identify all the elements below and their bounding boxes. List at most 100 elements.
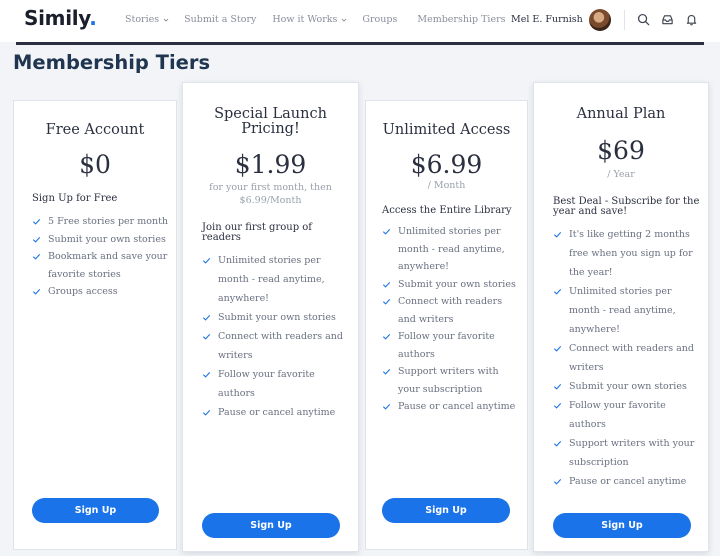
- feature-item: Pause or cancel anytime: [553, 472, 703, 491]
- feature-list: 5 Free stories per month Submit your own…: [32, 213, 172, 301]
- user-menu[interactable]: Mel E. Furnish: [511, 14, 598, 25]
- feature-item: Follow your favorite authors: [382, 328, 522, 363]
- check-icon: [32, 288, 41, 295]
- nav-groups-label: Groups: [362, 14, 398, 25]
- nav-groups[interactable]: Groups: [362, 14, 397, 25]
- nav-submit-label: Submit a Story: [184, 14, 257, 25]
- check-icon: [382, 281, 391, 288]
- feature-text: Unlimited stories per month - read anyti…: [398, 226, 505, 272]
- feature-text: Connect with readers and writers: [218, 331, 343, 361]
- tier-price: $0: [79, 150, 111, 179]
- avatar[interactable]: [589, 9, 611, 31]
- check-icon: [382, 368, 391, 375]
- check-icon: [553, 288, 562, 295]
- feature-item: It's like getting 2 months free when you…: [553, 225, 703, 282]
- tier-title: Unlimited Access: [382, 122, 511, 138]
- feature-text: Submit your own stories: [569, 381, 687, 392]
- bell-icon[interactable]: [685, 13, 698, 26]
- feature-text: Unlimited stories per month - read anyti…: [569, 286, 676, 335]
- feature-item: Submit your own stories: [32, 231, 172, 249]
- check-icon: [32, 253, 41, 260]
- feature-item: Submit your own stories: [382, 276, 522, 294]
- feature-text: Pause or cancel anytime: [218, 407, 336, 418]
- check-icon: [202, 371, 211, 378]
- feature-text: Follow your favorite authors: [569, 400, 666, 430]
- tier-card-annual: Annual Plan $69 / Year Best Deal - Subsc…: [533, 82, 709, 552]
- nav-stories-label: Stories: [125, 14, 160, 25]
- check-icon: [382, 403, 391, 410]
- check-icon: [32, 236, 41, 243]
- check-icon: [553, 440, 562, 447]
- sign-up-button[interactable]: Sign Up: [202, 513, 340, 538]
- feature-item: Connect with readers and writers: [553, 339, 703, 377]
- tier-lead: Access the Entire Library: [382, 205, 512, 216]
- feature-item: Unlimited stories per month - read anyti…: [553, 282, 703, 339]
- sign-up-button[interactable]: Sign Up: [32, 498, 159, 523]
- tier-lead: Join our first group of readers: [202, 222, 312, 243]
- feature-item: Submit your own stories: [202, 308, 352, 327]
- feature-text: Unlimited stories per month - read anyti…: [218, 255, 325, 304]
- feature-text: Pause or cancel anytime: [569, 476, 687, 487]
- nav-submit-story[interactable]: Submit a Story: [184, 14, 256, 25]
- feature-text: Bookmark and save your favorite stories: [48, 251, 168, 280]
- tier-price: $69: [597, 136, 645, 165]
- chevron-down-icon: [163, 18, 169, 22]
- feature-text: Support writers with your subscription: [398, 366, 499, 395]
- main-nav: Stories Submit a Story How it Works Grou…: [125, 14, 506, 25]
- sign-up-button[interactable]: Sign Up: [553, 513, 691, 538]
- feature-item: 5 Free stories per month: [32, 213, 172, 231]
- tier-price-note: / Month: [427, 180, 466, 191]
- tier-price-note: / Year: [607, 169, 635, 180]
- feature-text: Submit your own stories: [48, 233, 166, 245]
- feature-item: Connect with readers and writers: [202, 327, 352, 365]
- feature-item: Submit your own stories: [553, 377, 703, 396]
- check-icon: [202, 409, 211, 416]
- feature-item: Follow your favorite authors: [553, 396, 703, 434]
- top-navigation: Simily. Stories Submit a Story How it Wo…: [0, 0, 720, 42]
- feature-text: Follow your favorite authors: [218, 369, 315, 399]
- nav-stories[interactable]: Stories: [125, 14, 170, 25]
- check-icon: [202, 333, 211, 340]
- tier-card-unlimited: Unlimited Access $6.99 / Month Access th…: [365, 100, 528, 550]
- feature-item: Support writers with your subscription: [382, 363, 522, 398]
- check-icon: [202, 314, 211, 321]
- check-icon: [32, 218, 41, 225]
- tier-price: $1.99: [234, 150, 307, 179]
- feature-item: Pause or cancel anytime: [382, 398, 522, 416]
- nav-membership-label: Membership Tiers: [417, 14, 506, 25]
- header-divider: [16, 42, 704, 45]
- feature-text: Submit your own stories: [398, 278, 516, 290]
- feature-item: Groups access: [32, 283, 172, 301]
- nav-how-it-works[interactable]: How it Works: [272, 14, 348, 25]
- logo[interactable]: Simily.: [24, 6, 97, 30]
- feature-text: Support writers with your subscription: [569, 438, 695, 468]
- nav-how-label: How it Works: [272, 14, 338, 25]
- check-icon: [553, 231, 562, 238]
- page-title: Membership Tiers: [13, 51, 211, 74]
- tier-title: Free Account: [45, 122, 145, 138]
- feature-item: Follow your favorite authors: [202, 365, 352, 403]
- nav-divider: [624, 10, 625, 30]
- tier-price-note: for your first month, then $6.99/Month: [209, 182, 332, 206]
- search-icon[interactable]: [637, 13, 650, 26]
- chevron-down-icon: [342, 18, 347, 22]
- user-name: Mel E. Furnish: [511, 14, 583, 25]
- feature-text: Connect with readers and writers: [398, 296, 503, 325]
- check-icon: [553, 345, 562, 352]
- tier-lead: Best Deal - Subscribe for the year and s…: [553, 196, 700, 217]
- check-icon: [382, 298, 391, 305]
- check-icon: [382, 228, 391, 235]
- check-icon: [382, 333, 391, 340]
- tier-card-free: Free Account $0 Sign Up for Free 5 Free …: [13, 100, 177, 550]
- feature-list: Unlimited stories per month - read anyti…: [202, 251, 352, 422]
- feature-item: Unlimited stories per month - read anyti…: [382, 223, 522, 276]
- feature-text: 5 Free stories per month: [48, 216, 169, 227]
- tier-card-special-launch: Special Launch Pricing! $1.99 for your f…: [182, 82, 359, 552]
- feature-text: Follow your favorite authors: [398, 331, 495, 360]
- tier-lead: Sign Up for Free: [32, 193, 118, 204]
- inbox-icon[interactable]: [661, 13, 674, 26]
- feature-item: Connect with readers and writers: [382, 293, 522, 328]
- check-icon: [553, 383, 562, 390]
- nav-membership-tiers[interactable]: Membership Tiers: [417, 14, 505, 25]
- sign-up-button[interactable]: Sign Up: [382, 498, 510, 523]
